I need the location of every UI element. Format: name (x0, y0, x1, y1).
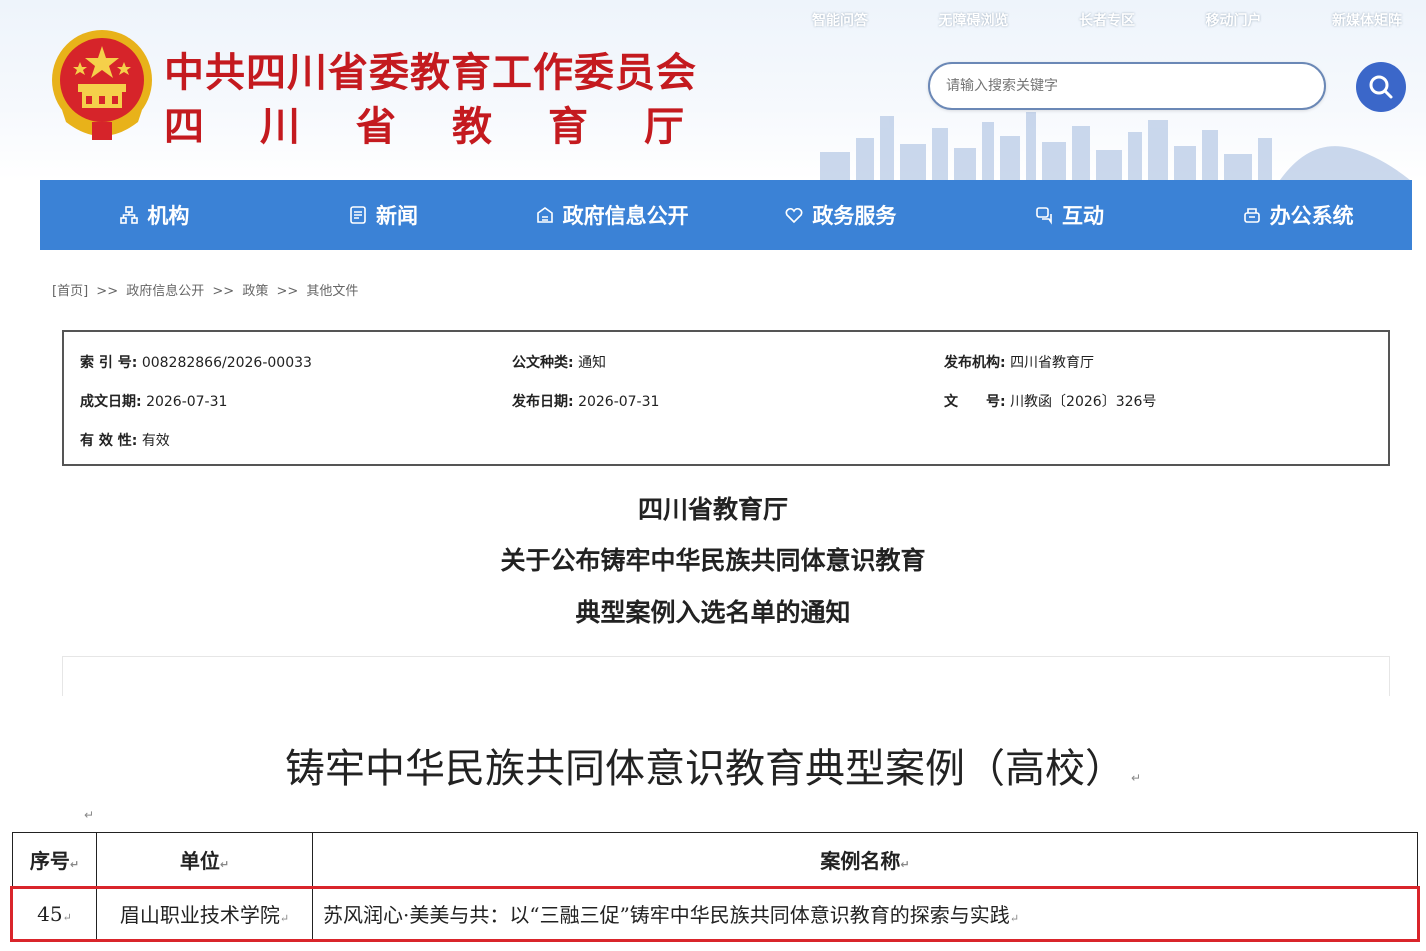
meta-published-value: 2026-07-31 (578, 394, 660, 410)
meta-published-date: 发布日期: 2026-07-31 (512, 391, 659, 411)
search-box (928, 62, 1326, 110)
meta-type: 公文种类: 通知 (512, 352, 606, 372)
table-header-row: 序号↵ 单位↵ 案例名称↵ (12, 832, 1418, 887)
highlight-box (10, 886, 1420, 942)
top-link-elderly[interactable]: 长者专区 (1079, 10, 1135, 30)
meta-published-label: 发布日期: (512, 394, 574, 410)
office-icon (1243, 208, 1260, 223)
site-header: 中共四川省委教育工作委员会 四 川 省 教 育 厅 智能问答 无障碍浏览 长者专… (0, 0, 1426, 180)
breadcrumb: [首页] >> 政府信息公开 >> 政策 >> 其他文件 (52, 280, 362, 299)
breadcrumb-separator: >> (96, 284, 119, 299)
chat-icon (1036, 207, 1052, 225)
site-title-line2: 四 川 省 教 育 厅 (164, 94, 684, 152)
paragraph-mark: ↵ (900, 858, 910, 871)
nav-item-info-disclosure[interactable]: 政府信息公开 (497, 200, 726, 230)
top-link-qa[interactable]: 智能问答 (812, 10, 868, 30)
search-icon (1369, 75, 1393, 99)
meta-type-value: 通知 (578, 355, 607, 371)
meta-index-value: 008282866/2026-00033 (141, 355, 312, 371)
paragraph-mark: ↵ (219, 858, 230, 871)
nav-item-news[interactable]: 新闻 (269, 200, 498, 230)
breadcrumb-separator: >> (212, 284, 235, 299)
national-emblem-icon (52, 30, 152, 140)
document-metadata-box: 索 引 号: 008282866/2026-00033 公文种类: 通知 发布机… (62, 330, 1390, 466)
meta-publisher-value: 四川省教育厅 (1010, 355, 1095, 371)
header-cell-no: 序号↵ (12, 832, 97, 887)
doc-title-line3: 典型案例入选名单的通知 (575, 598, 851, 627)
header-case-text: 案例名称 (820, 849, 901, 873)
doc-title-line1: 四川省教育厅 (637, 495, 788, 524)
content-frame (62, 656, 1390, 696)
top-links: 智能问答 无障碍浏览 长者专区 移动门户 新媒体矩阵 (812, 10, 1402, 30)
meta-validity: 有 效 性: 有效 (80, 430, 170, 450)
title-char: 厅 (644, 104, 684, 150)
meta-docno-label: 文 号: (944, 394, 1006, 410)
nav-label: 互动 (1062, 204, 1105, 228)
header-cell-unit: 单位↵ (96, 832, 313, 887)
title-char: 教 (452, 104, 492, 150)
meta-written-label: 成文日期: (80, 394, 142, 410)
site-title-line1: 中共四川省委教育工作委员会 (164, 50, 697, 96)
meta-index-label: 索 引 号: (80, 355, 138, 371)
nav-label: 机构 (147, 204, 190, 228)
main-nav: 机构 新闻 政府信息公开 政务服务 互动 办公系统 (40, 180, 1412, 250)
top-link-accessibility[interactable]: 无障碍浏览 (939, 10, 1009, 30)
meta-publisher-label: 发布机构: (944, 355, 1006, 371)
case-list-title: 铸牢中华民族共同体意识教育典型案例（高校） ↵ (0, 736, 1426, 794)
news-icon (350, 206, 366, 224)
nav-label: 政府信息公开 (562, 204, 689, 228)
heart-icon (785, 207, 803, 224)
meta-written-value: 2026-07-31 (146, 394, 228, 410)
info-icon (536, 207, 553, 223)
title-char: 四 (164, 104, 204, 150)
paragraph-mark: ↵ (69, 858, 80, 871)
meta-index: 索 引 号: 008282866/2026-00033 (80, 352, 312, 372)
nav-item-organization[interactable]: 机构 (40, 200, 269, 230)
title-char: 省 (356, 104, 396, 150)
paragraph-mark: ↵ (1130, 771, 1142, 785)
case-list-title-text: 铸牢中华民族共同体意识教育典型案例（高校） (284, 746, 1125, 792)
title-char: 育 (548, 104, 588, 150)
nav-item-office-system[interactable]: 办公系统 (1183, 200, 1412, 230)
breadcrumb-separator: >> (276, 284, 299, 299)
search-input[interactable] (946, 78, 1308, 94)
search-button[interactable] (1356, 62, 1406, 112)
breadcrumb-other-docs[interactable]: 其他文件 (306, 284, 358, 299)
breadcrumb-policy[interactable]: 政策 (242, 284, 268, 299)
nav-item-interaction[interactable]: 互动 (955, 200, 1184, 230)
meta-written-date: 成文日期: 2026-07-31 (80, 391, 227, 411)
header-no-text: 序号 (29, 849, 70, 873)
top-link-media[interactable]: 新媒体矩阵 (1332, 10, 1402, 30)
meta-type-label: 公文种类: (512, 355, 574, 371)
nav-label: 新闻 (376, 204, 418, 228)
top-link-mobile[interactable]: 移动门户 (1206, 10, 1262, 30)
header-cell-case: 案例名称↵ (312, 832, 1418, 887)
nav-label: 政务服务 (812, 204, 897, 228)
meta-valid-label: 有 效 性: (80, 433, 138, 449)
nav-item-services[interactable]: 政务服务 (726, 200, 955, 230)
org-icon (120, 206, 139, 224)
meta-docno: 文 号: 川教函〔2026〕326号 (944, 391, 1156, 411)
meta-valid-value: 有效 (141, 433, 170, 449)
nav-label: 办公系统 (1269, 204, 1354, 228)
meta-docno-value: 川教函〔2026〕326号 (1010, 394, 1157, 410)
paragraph-mark: ↵ (84, 808, 95, 822)
doc-title-line2: 关于公布铸牢中华民族共同体意识教育 (500, 546, 926, 575)
breadcrumb-info-disclosure[interactable]: 政府信息公开 (126, 284, 204, 299)
header-unit-text: 单位 (179, 849, 220, 873)
meta-publisher: 发布机构: 四川省教育厅 (944, 352, 1094, 372)
skyline-illustration (820, 112, 1410, 180)
breadcrumb-home[interactable]: [首页] (52, 284, 88, 299)
title-char: 川 (260, 104, 300, 150)
